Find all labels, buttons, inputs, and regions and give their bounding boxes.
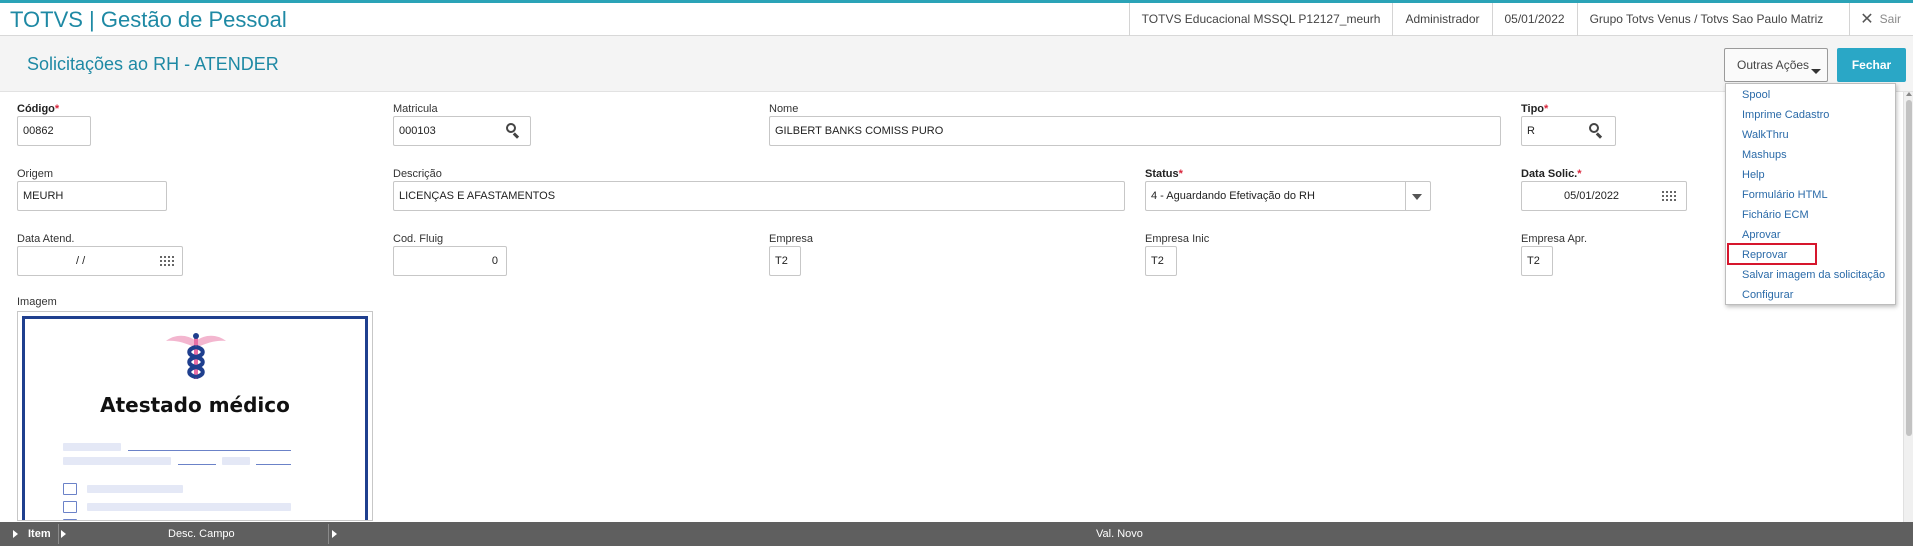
descricao-label: Descrição <box>393 168 442 180</box>
play-icon <box>13 530 18 538</box>
scroll-up-icon[interactable] <box>1906 92 1912 96</box>
cod-fluig-label: Cod. Fluig <box>393 233 444 245</box>
outras-acoes-label: Outras Ações <box>1737 58 1810 72</box>
empresa-inic-label: Empresa Inic <box>1145 233 1210 245</box>
data-solic-label: Data Solic.* <box>1521 168 1582 180</box>
exit-button[interactable]: ✕ Sair <box>1849 3 1913 36</box>
status-label: Status* <box>1145 168 1183 180</box>
matricula-field[interactable]: 000103 <box>393 116 531 146</box>
empresa-inic-field[interactable]: T2 <box>1145 246 1177 276</box>
grid-col-item[interactable]: Item <box>28 522 51 546</box>
caduceus-icon <box>166 333 226 379</box>
data-solic-value: 05/01/2022 <box>1564 190 1620 202</box>
data-solic-field[interactable]: 05/01/2022 <box>1521 181 1687 211</box>
doc-title: Atestado médico <box>100 393 290 417</box>
menu-item-fichario-ecm[interactable]: Fichário ECM <box>1742 209 1809 221</box>
empresa-apr-label: Empresa Apr. <box>1521 233 1588 245</box>
caret-down-icon <box>1811 69 1821 74</box>
fechar-button[interactable]: Fechar <box>1837 48 1906 82</box>
origem-label: Origem <box>17 168 54 180</box>
date-label: 05/01/2022 <box>1491 3 1577 36</box>
vertical-scrollbar[interactable] <box>1903 92 1913 522</box>
page-header: Solicitações ao RH - ATENDER Outras Açõe… <box>0 36 1913 92</box>
imagem-label: Imagem <box>17 296 57 308</box>
medical-certificate-image: Atestado médico <box>22 316 368 520</box>
codigo-field[interactable]: 00862 <box>17 116 91 146</box>
empresa-label: Empresa <box>769 233 814 245</box>
grid-col-val-novo[interactable]: Val. Novo <box>1096 522 1143 546</box>
calendar-icon[interactable] <box>1662 191 1676 202</box>
close-icon: ✕ <box>1860 11 1874 28</box>
grid-header: Item Desc. Campo Val. Novo <box>0 522 1913 546</box>
data-atend-label: Data Atend. <box>17 233 75 245</box>
nome-field[interactable]: GILBERT BANKS COMISS PURO <box>769 116 1501 146</box>
menu-item-walkthru[interactable]: WalkThru <box>1742 129 1789 141</box>
menu-item-mashups[interactable]: Mashups <box>1742 149 1787 161</box>
descricao-field[interactable]: LICENÇAS E AFASTAMENTOS <box>393 181 1125 211</box>
tipo-value: R <box>1527 125 1535 137</box>
chevron-down-icon <box>1412 194 1422 200</box>
environment-label: TOTVS Educacional MSSQL P12127_meurh <box>1128 3 1393 36</box>
page-title: Solicitações ao RH - ATENDER <box>27 54 279 74</box>
calendar-icon[interactable] <box>160 256 174 267</box>
outras-acoes-menu: Spool Imprime Cadastro WalkThru Mashups … <box>1725 83 1896 305</box>
user-label: Administrador <box>1392 3 1491 36</box>
data-atend-value: / / <box>76 255 86 267</box>
outras-acoes-button[interactable]: Outras Ações <box>1724 48 1828 82</box>
nome-label: Nome <box>769 103 799 115</box>
play-icon <box>332 530 337 538</box>
app-title: TOTVS | Gestão de Pessoal <box>10 7 287 32</box>
empresa-apr-field[interactable]: T2 <box>1521 246 1553 276</box>
menu-item-help[interactable]: Help <box>1742 169 1765 181</box>
tipo-field[interactable]: R <box>1521 116 1616 146</box>
scroll-thumb[interactable] <box>1906 100 1912 436</box>
empresa-field[interactable]: T2 <box>769 246 801 276</box>
cod-fluig-field[interactable]: 0 <box>393 246 507 276</box>
play-icon <box>61 530 66 538</box>
tipo-label: Tipo* <box>1521 103 1549 115</box>
status-value: 4 - Aguardando Efetivação do RH <box>1151 190 1315 202</box>
search-icon[interactable] <box>1589 123 1605 139</box>
menu-item-salvar-imagem[interactable]: Salvar imagem da solicitação <box>1742 269 1885 281</box>
matricula-label: Matricula <box>393 103 438 115</box>
exit-label: Sair <box>1879 12 1901 26</box>
session-info: TOTVS Educacional MSSQL P12127_meurh Adm… <box>1128 3 1913 36</box>
codigo-label: Código* <box>17 103 60 115</box>
company-label: Grupo Totvs Venus / Totvs Sao Paulo Matr… <box>1576 3 1836 36</box>
menu-item-configurar[interactable]: Configurar <box>1742 289 1793 301</box>
menu-item-spool[interactable]: Spool <box>1742 89 1770 101</box>
highlight-box <box>1727 243 1817 265</box>
menu-item-formulario-html[interactable]: Formulário HTML <box>1742 189 1828 201</box>
data-atend-field[interactable]: / / <box>17 246 183 276</box>
top-bar: TOTVS | Gestão de Pessoal TOTVS Educacio… <box>0 0 1913 36</box>
image-preview[interactable]: Atestado médico <box>17 311 373 521</box>
grid-col-desc-campo[interactable]: Desc. Campo <box>168 522 235 546</box>
menu-item-aprovar[interactable]: Aprovar <box>1742 229 1781 241</box>
matricula-value: 000103 <box>399 125 436 137</box>
origem-field[interactable]: MEURH <box>17 181 167 211</box>
menu-item-imprime-cadastro[interactable]: Imprime Cadastro <box>1742 109 1829 121</box>
search-icon[interactable] <box>506 123 522 139</box>
status-select[interactable]: 4 - Aguardando Efetivação do RH <box>1145 181 1431 211</box>
